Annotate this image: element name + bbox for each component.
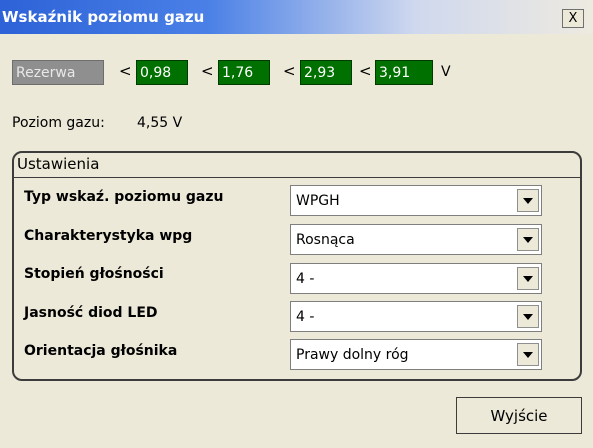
indicator-type-label: Typ wskaź. poziomu gazu: [24, 189, 224, 205]
reserve-indicator: Rezerwa: [12, 60, 104, 85]
title-bar: Wskaźnik poziomu gazu X: [0, 0, 593, 34]
less-than-sign: <: [119, 62, 132, 80]
gas-level-label: Poziom gazu:: [12, 115, 105, 131]
threshold-2: 1,76: [218, 60, 270, 85]
threshold-4: 3,91: [375, 60, 433, 85]
chevron-down-icon[interactable]: [517, 305, 539, 328]
less-than-sign: <: [359, 62, 372, 80]
chevron-down-icon[interactable]: [517, 228, 539, 251]
less-than-sign: <: [283, 62, 296, 80]
settings-group: Ustawienia Typ wskaź. poziomu gazu WPGH …: [12, 151, 582, 381]
led-brightness-select[interactable]: 4 -: [290, 301, 542, 332]
chevron-down-icon[interactable]: [517, 267, 539, 290]
less-than-sign: <: [201, 62, 214, 80]
characteristic-label: Charakterystyka wpg: [24, 228, 193, 244]
characteristic-select[interactable]: Rosnąca: [290, 224, 542, 255]
threshold-1: 0,98: [136, 60, 188, 85]
volume-label: Stopień głośności: [24, 266, 164, 282]
volume-value: 4 -: [296, 271, 315, 287]
threshold-3: 2,93: [300, 60, 352, 85]
indicator-type-select[interactable]: WPGH: [290, 185, 542, 216]
volume-select[interactable]: 4 -: [290, 263, 542, 294]
chevron-down-icon[interactable]: [517, 343, 539, 366]
speaker-orientation-value: Prawy dolny róg: [296, 347, 409, 363]
led-brightness-value: 4 -: [296, 309, 315, 325]
exit-button[interactable]: Wyjście: [456, 397, 582, 434]
gas-level-value: 4,55 V: [137, 115, 183, 131]
settings-title: Ustawienia: [17, 155, 100, 173]
speaker-orientation-label: Orientacja głośnika: [24, 343, 178, 359]
speaker-orientation-select[interactable]: Prawy dolny róg: [290, 339, 542, 370]
chevron-down-icon[interactable]: [517, 189, 539, 212]
close-button[interactable]: X: [562, 9, 584, 28]
window-title: Wskaźnik poziomu gazu: [2, 8, 205, 26]
indicator-type-value: WPGH: [296, 193, 340, 209]
settings-header: Ustawienia: [14, 153, 580, 178]
close-icon: X: [568, 11, 578, 26]
characteristic-value: Rosnąca: [296, 232, 355, 248]
voltage-unit: V: [441, 64, 451, 80]
led-brightness-label: Jasność diod LED: [24, 305, 158, 321]
